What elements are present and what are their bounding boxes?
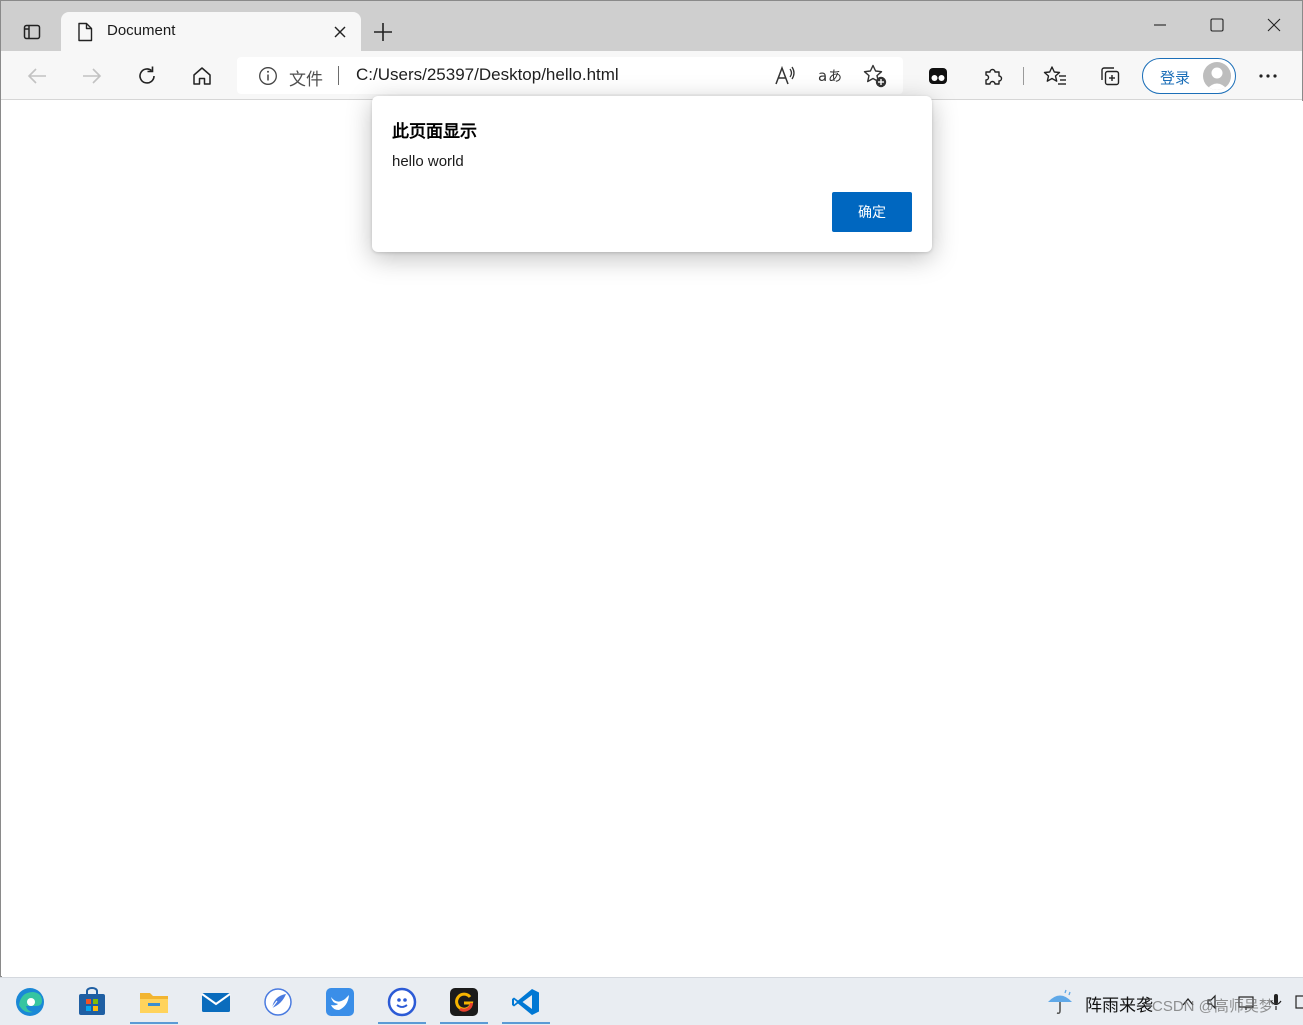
active-app-indicator	[502, 1022, 550, 1024]
active-app-indicator	[378, 1022, 426, 1024]
file-explorer-icon	[140, 993, 168, 1013]
home-button[interactable]	[186, 60, 218, 92]
star-add-icon	[863, 64, 887, 88]
arrow-left-icon	[27, 68, 46, 84]
collections-button[interactable]	[1094, 60, 1126, 92]
active-app-indicator	[440, 1022, 488, 1024]
extension-app-icon	[929, 68, 947, 84]
notification-icon	[1295, 995, 1303, 1009]
tab-strip: Document	[1, 1, 1302, 52]
ellipsis-icon	[1259, 74, 1277, 78]
url-text[interactable]: C:/Users/25397/Desktop/hello.html	[356, 65, 619, 85]
more-menu-button[interactable]	[1252, 60, 1284, 92]
address-separator	[338, 66, 339, 85]
taskbar: 阵雨来袭 CSDN @高师吴梦	[0, 977, 1303, 1025]
maximize-button[interactable]	[1194, 7, 1240, 43]
new-tab-button[interactable]	[367, 16, 399, 48]
vscode-icon	[512, 989, 539, 1015]
svg-text:あ: あ	[828, 69, 842, 85]
address-bar[interactable]: 文件 C:/Users/25397/Desktop/hello.html a あ	[237, 57, 903, 94]
forward-button[interactable]	[76, 60, 108, 92]
plus-icon	[374, 23, 392, 41]
watermark-text: CSDN @高师吴梦	[1152, 998, 1274, 1015]
navigation-toolbar: 文件 C:/Users/25397/Desktop/hello.html a あ	[1, 51, 1302, 100]
avatar	[1203, 62, 1231, 90]
tab-title: Document	[107, 22, 176, 39]
active-app-indicator	[130, 1022, 178, 1024]
minimize-button[interactable]	[1137, 7, 1183, 43]
read-aloud-icon	[775, 65, 795, 85]
taskbar-chat-app[interactable]	[376, 980, 428, 1024]
taskbar-feather-app[interactable]	[252, 980, 304, 1024]
taskbar-file-explorer[interactable]	[128, 980, 180, 1024]
window-close-button[interactable]	[1251, 7, 1297, 43]
puzzle-icon	[985, 68, 1003, 85]
ok-button[interactable]: 确定	[832, 192, 912, 232]
sign-in-button[interactable]: 登录	[1142, 58, 1236, 94]
weather-text[interactable]: 阵雨来袭	[1085, 991, 1153, 1016]
home-icon	[193, 67, 211, 85]
feather-app-icon	[264, 988, 292, 1016]
edge-icon	[16, 988, 44, 1016]
taskbar-mail[interactable]	[190, 980, 242, 1024]
close-icon	[334, 26, 346, 38]
profile-icon	[1206, 67, 1228, 90]
dialog-title: 此页面显示	[392, 122, 477, 142]
maximize-icon	[1210, 18, 1224, 32]
alert-dialog: 此页面显示 hello world 确定	[372, 96, 932, 252]
collections-icon	[1101, 67, 1120, 86]
close-icon	[1267, 18, 1281, 32]
tab-actions-icon	[23, 24, 41, 40]
dialog-message: hello world	[392, 153, 464, 170]
add-favorite-button[interactable]	[861, 62, 889, 90]
bird-app-icon	[326, 988, 354, 1016]
taskbar-g-app[interactable]	[438, 980, 490, 1024]
file-scheme-label: 文件	[289, 70, 323, 90]
umbrella-icon[interactable]	[1046, 988, 1074, 1016]
extensions-button[interactable]	[977, 60, 1009, 92]
toolbar-divider	[1023, 67, 1024, 85]
g-app-icon	[450, 988, 478, 1016]
favorites-button[interactable]	[1039, 60, 1071, 92]
svg-text:a: a	[818, 67, 827, 85]
minimize-icon	[1154, 24, 1166, 26]
notification-button[interactable]	[1290, 992, 1303, 1012]
page-icon	[75, 22, 95, 42]
back-button[interactable]	[21, 60, 53, 92]
info-icon[interactable]	[257, 65, 279, 87]
mail-icon	[201, 993, 231, 1012]
refresh-button[interactable]	[131, 60, 163, 92]
tab-close-button[interactable]	[329, 21, 351, 43]
translate-button[interactable]: a あ	[816, 62, 844, 90]
taskbar-store[interactable]	[66, 980, 118, 1024]
favorites-icon	[1043, 66, 1066, 85]
tab-actions-button[interactable]	[15, 15, 49, 49]
read-aloud-button[interactable]	[771, 62, 799, 90]
taskbar-vscode[interactable]	[500, 980, 552, 1024]
taskbar-bird-app[interactable]	[314, 980, 366, 1024]
chat-app-icon	[387, 987, 417, 1017]
sign-in-label: 登录	[1160, 69, 1191, 87]
taskbar-edge[interactable]	[4, 980, 56, 1024]
store-icon	[79, 987, 105, 1015]
extension-button[interactable]	[922, 60, 954, 92]
refresh-icon	[139, 66, 155, 84]
arrow-right-icon	[83, 68, 102, 84]
translate-icon: a あ	[818, 67, 842, 85]
tab-document[interactable]: Document	[61, 12, 361, 52]
